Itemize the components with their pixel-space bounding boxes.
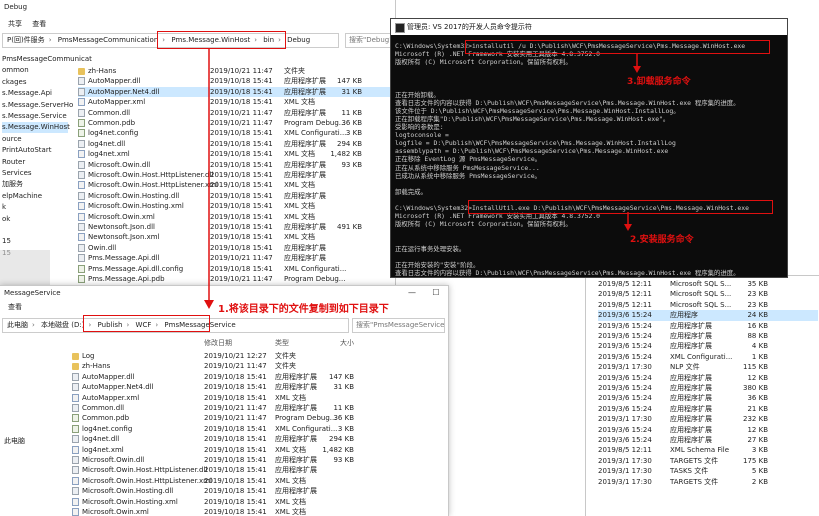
annotation-step2: 2.安装服务命令 — [630, 235, 694, 245]
annotation-step1: 1.将该目录下的文件复制到如下目录下 — [218, 304, 389, 315]
annotation-step3: 3.卸载服务命令 — [627, 77, 691, 87]
arrow-annotation — [204, 48, 641, 309]
